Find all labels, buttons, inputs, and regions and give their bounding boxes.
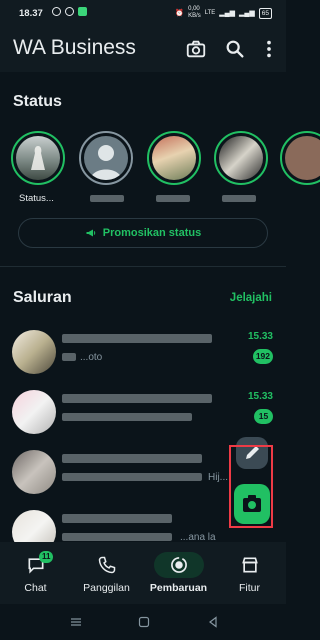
story-thumbnail — [16, 136, 60, 180]
redacted-snippet — [62, 473, 202, 481]
redacted-snippet — [62, 533, 172, 541]
nav-label: Pembaruan — [149, 582, 208, 594]
divider — [0, 266, 286, 267]
channel-row[interactable]: 15.33 15 — [0, 386, 286, 442]
redacted-channel-name — [62, 514, 172, 523]
signal-icon: ▂▄▆ — [219, 10, 236, 17]
redacted-channel-name — [62, 334, 212, 343]
channel-row[interactable]: ...oto 15.33 192 — [0, 326, 286, 382]
more-vert-icon[interactable] — [258, 38, 280, 60]
promote-status-button[interactable]: Promosikan status — [18, 218, 268, 248]
app-notification-icon — [78, 7, 87, 16]
channel-avatar — [12, 390, 56, 434]
channel-time: 15.33 — [247, 331, 273, 342]
signal-icon-2: ▂▄▆ — [239, 10, 255, 17]
message-snippet: ...oto — [80, 352, 103, 363]
figure-photo — [31, 146, 45, 170]
chat-unread-badge: 11 — [39, 551, 54, 563]
message-snippet: Hij... — [208, 472, 228, 483]
story-contact[interactable] — [147, 131, 201, 185]
redacted-name — [90, 195, 124, 202]
notification-icons — [52, 7, 87, 16]
back-icon[interactable] — [207, 616, 219, 628]
channel-time: 15.33 — [247, 391, 273, 402]
channels-heading: Saluran — [13, 289, 72, 306]
story-thumbnail — [219, 136, 263, 180]
store-icon — [241, 557, 258, 573]
story-contact[interactable] — [79, 131, 133, 185]
volte-icon: LTE — [204, 10, 216, 16]
explore-link[interactable]: Jelajahi — [230, 292, 272, 304]
system-navigation-bar — [0, 604, 286, 640]
updates-icon — [170, 557, 187, 573]
nav-updates[interactable]: Pembaruan — [143, 542, 214, 604]
nav-chat[interactable]: 11 Chat — [0, 542, 71, 604]
story-thumbnail — [285, 136, 320, 180]
clock: 18.37 — [19, 8, 43, 19]
nav-calls[interactable]: Panggilan — [71, 542, 142, 604]
nav-label: Fitur — [239, 582, 260, 594]
recent-apps-icon[interactable] — [70, 616, 82, 628]
nav-tools[interactable]: Fitur — [214, 542, 285, 604]
whatsapp-notification-icon — [52, 7, 61, 16]
megaphone-icon — [86, 229, 96, 237]
phone-icon — [98, 556, 115, 574]
search-icon[interactable] — [224, 38, 246, 60]
home-icon[interactable] — [138, 616, 150, 628]
network-speed: 0,00 KB/s — [188, 6, 201, 19]
app-bar: WA Business — [0, 26, 286, 72]
channel-avatar — [12, 450, 56, 494]
redacted-snippet — [62, 353, 76, 361]
status-bar: 18.37 ⏰ 0,00 KB/s LTE ▂▄▆ ▂▄▆ 65 — [0, 0, 286, 26]
unread-count-badge: 192 — [252, 349, 273, 364]
story-thumbnail — [152, 136, 196, 180]
whatsapp-notification-icon-2 — [65, 7, 74, 16]
highlight-box — [229, 445, 273, 528]
redacted-name — [222, 195, 256, 202]
status-heading: Status — [13, 93, 62, 110]
story-label: Status... — [19, 193, 54, 204]
redacted-name — [156, 195, 190, 202]
bottom-navigation: 11 Chat Panggilan Pembaruan Fitur — [0, 542, 286, 604]
battery-indicator: 65 — [258, 7, 272, 19]
alarm-icon: ⏰ — [175, 10, 185, 17]
nav-label: Panggilan — [83, 582, 130, 594]
redacted-channel-name — [62, 394, 212, 403]
default-avatar-icon — [84, 136, 128, 180]
promote-status-label: Promosikan status — [102, 227, 202, 239]
app-title: WA Business — [13, 36, 136, 59]
system-indicators: ⏰ 0,00 KB/s LTE ▂▄▆ ▂▄▆ 65 — [175, 6, 272, 20]
channel-avatar — [12, 330, 56, 374]
unread-count-badge: 15 — [254, 409, 273, 424]
story-contact[interactable] — [280, 131, 320, 185]
story-contact[interactable] — [214, 131, 268, 185]
redacted-snippet — [62, 413, 192, 421]
story-my-status[interactable] — [11, 131, 65, 185]
redacted-channel-name — [62, 454, 202, 463]
nav-label: Chat — [24, 582, 47, 594]
camera-icon[interactable] — [185, 38, 207, 60]
